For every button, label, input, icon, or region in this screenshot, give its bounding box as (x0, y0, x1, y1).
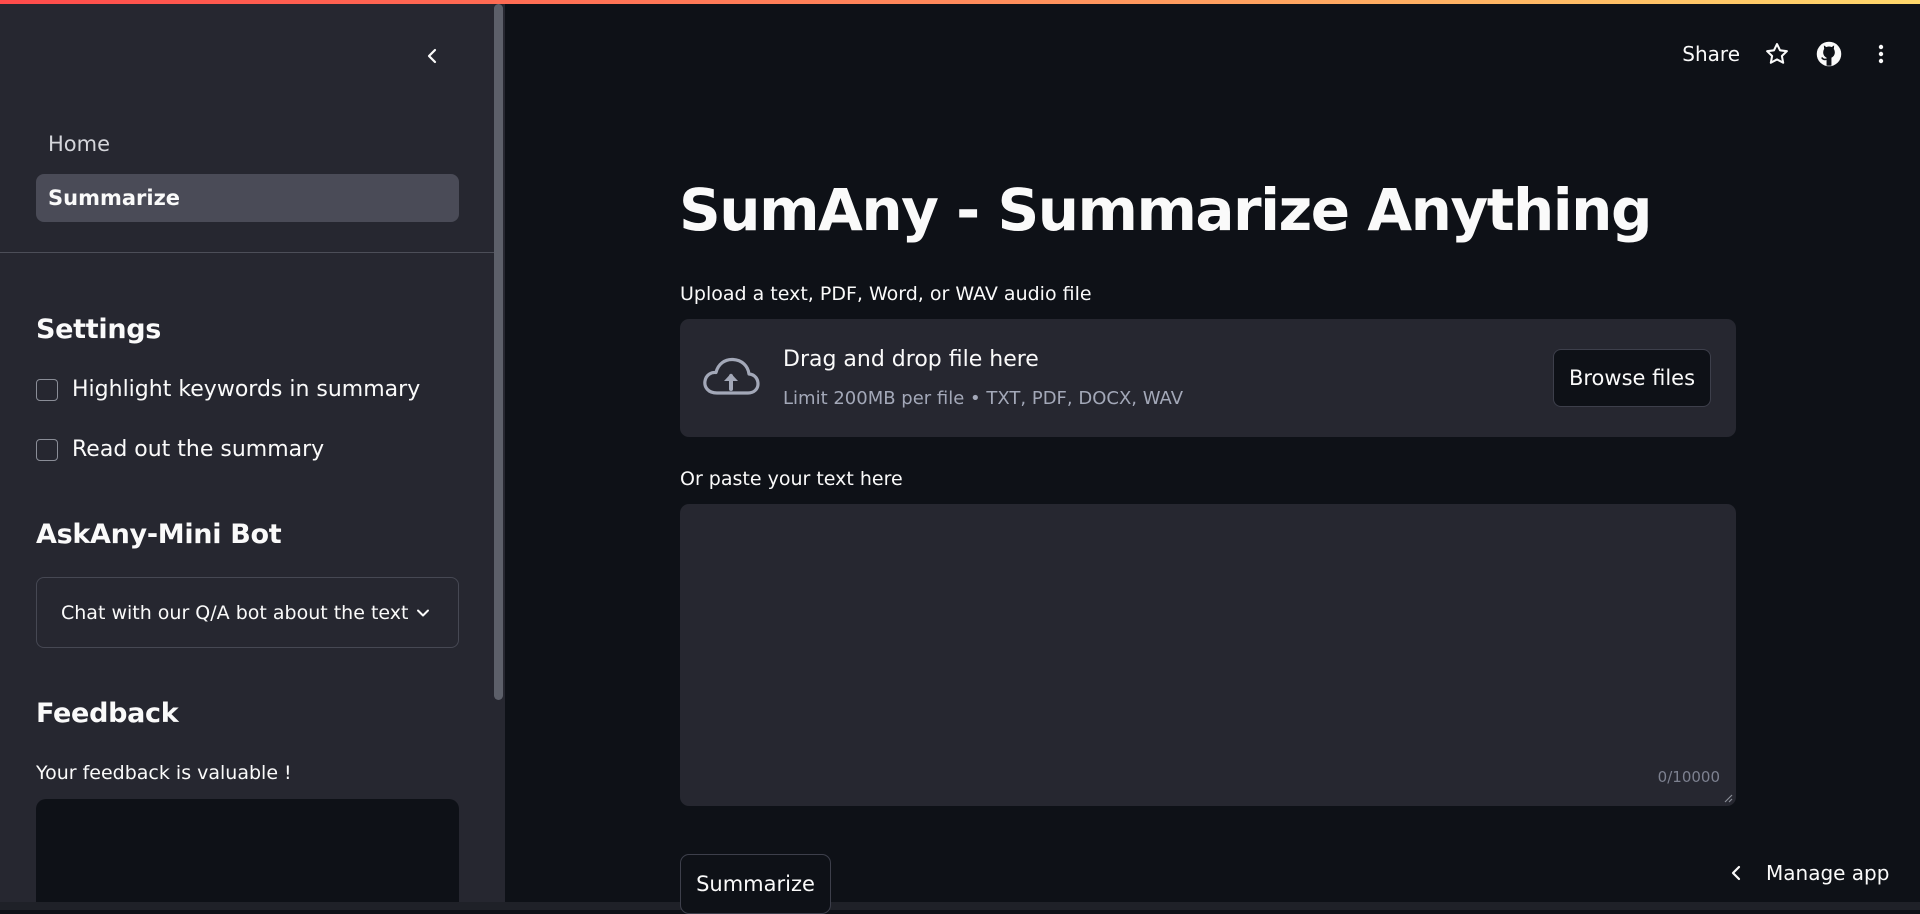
bot-heading: AskAny-Mini Bot (36, 519, 282, 550)
cloud-upload-icon (703, 357, 760, 395)
main-menu-button[interactable] (1866, 39, 1896, 69)
checkbox-box[interactable] (36, 378, 58, 401)
summarize-button[interactable]: Summarize (680, 854, 831, 914)
sidebar-divider (0, 252, 494, 253)
qa-bot-expander[interactable]: Chat with our Q/A bot about the text (36, 577, 459, 648)
expander-label: Chat with our Q/A bot about the text (61, 601, 409, 624)
browse-files-button[interactable]: Browse files (1553, 349, 1711, 407)
star-icon (1766, 43, 1788, 64)
char-counter: 0/10000 (1657, 768, 1720, 786)
dropzone-limit: Limit 200MB per file • TXT, PDF, DOCX, W… (783, 388, 1184, 409)
resize-handle-icon[interactable] (1723, 793, 1733, 803)
dropzone-title: Drag and drop file here (783, 347, 1039, 372)
checkbox-box[interactable] (36, 438, 58, 461)
page-title: SumAny - Summarize Anything (679, 176, 1652, 244)
header-actions: Share (1682, 34, 1896, 74)
github-button[interactable] (1814, 39, 1844, 69)
sidebar: Home Summarize Settings Highlight keywor… (0, 0, 505, 910)
checkbox-label: Read out the summary (72, 437, 325, 462)
chevron-left-icon (427, 48, 437, 64)
sidebar-item-summarize[interactable]: Summarize (36, 174, 459, 222)
paste-text-area[interactable]: 0/10000 (680, 504, 1736, 806)
sidebar-item-home[interactable]: Home (36, 120, 459, 168)
feedback-heading: Feedback (36, 698, 179, 729)
chevron-down-icon (417, 609, 429, 616)
star-button[interactable] (1762, 39, 1792, 69)
settings-heading: Settings (36, 314, 162, 345)
highlight-keywords-checkbox[interactable]: Highlight keywords in summary (36, 377, 420, 402)
manage-app-label: Manage app (1766, 861, 1890, 885)
feedback-label: Your feedback is valuable ! (36, 762, 292, 784)
share-button[interactable]: Share (1682, 42, 1740, 66)
github-icon (1816, 41, 1842, 67)
upload-label: Upload a text, PDF, Word, or WAV audio f… (680, 283, 1092, 305)
bottom-strip (0, 902, 1920, 910)
more-vertical-icon (1878, 44, 1884, 64)
paste-label: Or paste your text here (680, 468, 903, 490)
collapse-sidebar-button[interactable] (414, 38, 450, 74)
top-decoration-bar (0, 0, 1920, 4)
feedback-textarea[interactable] (36, 799, 459, 910)
read-out-summary-checkbox[interactable]: Read out the summary (36, 437, 324, 462)
sidebar-scrollbar[interactable] (494, 4, 503, 700)
chevron-left-icon (1731, 865, 1741, 881)
sidebar-item-label: Summarize (48, 186, 181, 210)
file-dropzone[interactable]: Drag and drop file here Limit 200MB per … (680, 319, 1736, 437)
checkbox-label: Highlight keywords in summary (72, 377, 421, 402)
sidebar-item-label: Home (48, 132, 111, 156)
manage-app-button[interactable]: Manage app (1728, 853, 1889, 893)
